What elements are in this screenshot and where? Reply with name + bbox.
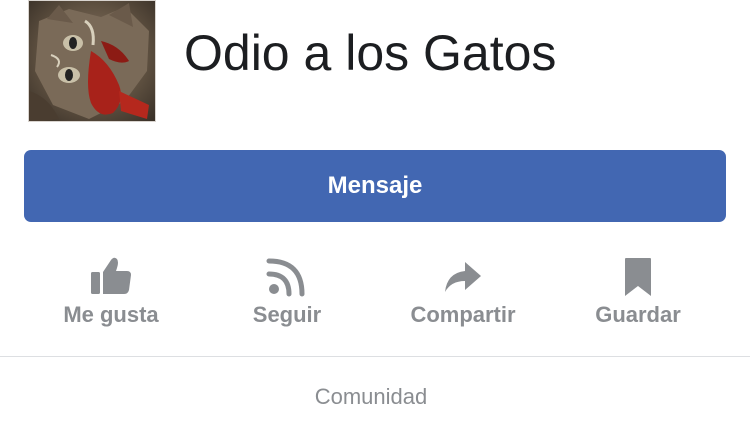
share-arrow-icon — [441, 254, 485, 298]
save-label: Guardar — [595, 302, 681, 327]
page-title: Odio a los Gatos — [184, 25, 557, 81]
page-category: Comunidad — [314, 384, 428, 409]
divider — [0, 356, 750, 357]
message-button[interactable]: Mensaje — [24, 150, 726, 222]
like-button[interactable]: Me gusta — [21, 246, 201, 342]
follow-button[interactable]: Seguir — [197, 246, 377, 342]
cat-photo — [29, 1, 155, 121]
rss-feed-icon — [265, 254, 309, 298]
like-label: Me gusta — [63, 302, 159, 327]
page-avatar[interactable] — [28, 0, 156, 122]
action-bar: Me gusta Seguir Compartir Guardar — [0, 246, 750, 342]
follow-label: Seguir — [252, 302, 322, 327]
save-button[interactable]: Guardar — [548, 246, 728, 342]
message-button-label: Mensaje — [327, 172, 423, 199]
share-button[interactable]: Compartir — [373, 246, 553, 342]
bookmark-icon — [616, 254, 660, 298]
thumbs-up-icon — [89, 254, 133, 298]
share-label: Compartir — [410, 302, 516, 327]
